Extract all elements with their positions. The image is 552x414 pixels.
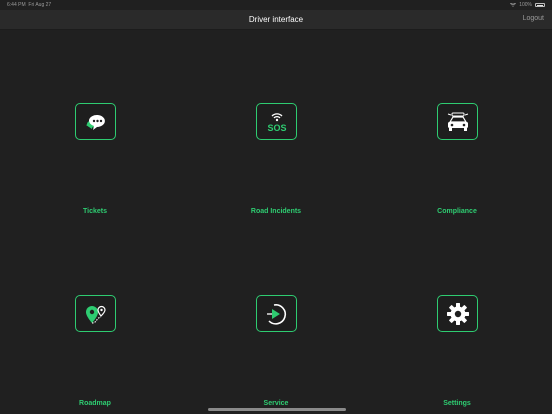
svg-text:SOS: SOS	[267, 123, 286, 133]
wifi-icon	[510, 3, 517, 7]
road-incidents-label[interactable]: Road Incidents	[216, 208, 336, 215]
chat-bubbles-icon	[85, 114, 105, 130]
status-time: 6:44 PM Fri Aug 27	[7, 2, 52, 8]
gear-icon	[446, 302, 469, 325]
status-right: 100%	[510, 2, 545, 8]
tile-roadmap[interactable]: Roadmap	[35, 222, 155, 414]
tile-service[interactable]: Service	[216, 222, 336, 414]
sos-icon: SOS	[267, 112, 286, 133]
service-label[interactable]: Service	[216, 400, 336, 407]
home-indicator[interactable]	[208, 408, 346, 411]
nav-bar: Driver interface Logout	[0, 10, 552, 30]
battery-icon	[535, 3, 545, 7]
status-bar: 6:44 PM Fri Aug 27 100%	[0, 0, 552, 10]
tile-road-incidents[interactable]: SOS Road Incidents	[216, 30, 336, 222]
menu-grid: Tickets SOS Road Incidents Compliance Ro…	[0, 30, 552, 414]
tile-settings[interactable]: Settings	[397, 222, 517, 414]
battery-percent: 100%	[519, 2, 532, 8]
roadmap-label[interactable]: Roadmap	[35, 400, 155, 407]
tile-compliance[interactable]: Compliance	[397, 30, 517, 222]
car-icon	[447, 112, 468, 131]
tile-tickets[interactable]: Tickets	[35, 30, 155, 222]
logout-button[interactable]: Logout	[523, 15, 544, 22]
tickets-button[interactable]	[75, 103, 116, 140]
page-title: Driver interface	[248, 15, 304, 24]
roadmap-button[interactable]	[75, 295, 116, 332]
compliance-label[interactable]: Compliance	[397, 208, 517, 215]
route-pin-icon	[85, 305, 106, 324]
settings-button[interactable]	[437, 295, 478, 332]
service-icon	[266, 303, 286, 325]
tickets-label[interactable]: Tickets	[35, 208, 155, 215]
service-button[interactable]	[256, 295, 297, 332]
road-incidents-button[interactable]: SOS	[256, 103, 297, 140]
compliance-button[interactable]	[437, 103, 478, 140]
settings-label[interactable]: Settings	[397, 400, 517, 407]
